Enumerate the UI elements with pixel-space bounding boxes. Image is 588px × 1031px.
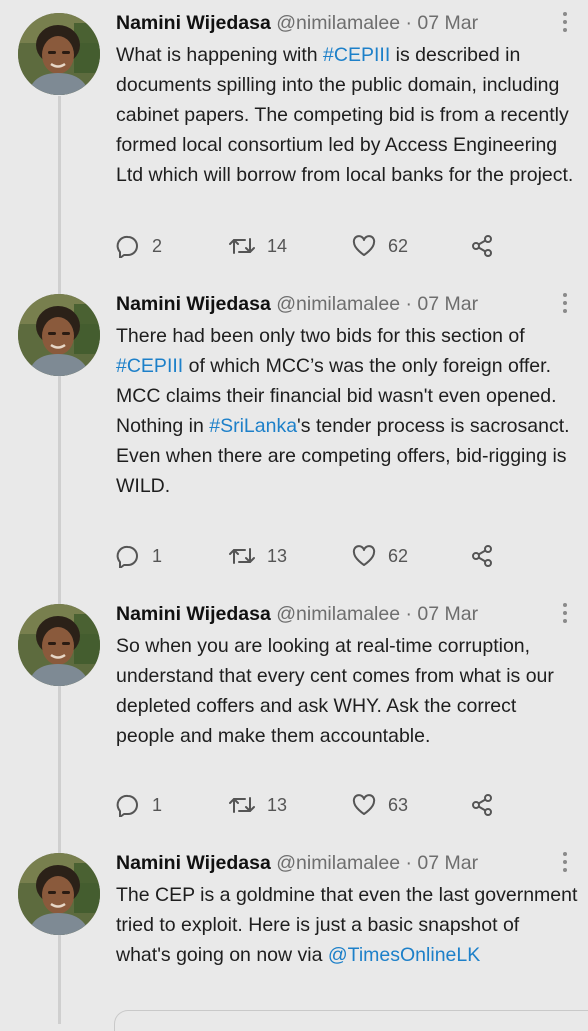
text-segment: So when you are looking at real-time cor…	[116, 635, 554, 747]
like-count: 63	[388, 794, 409, 815]
author-handle[interactable]: @nimilamalee	[276, 603, 400, 625]
tweet-date[interactable]: 07 Mar	[417, 12, 478, 34]
avatar[interactable]	[18, 294, 100, 376]
separator: ·	[405, 293, 412, 315]
more-options-icon[interactable]	[562, 12, 568, 34]
reply-icon	[116, 793, 140, 817]
retweet-icon	[229, 235, 255, 257]
share-icon	[470, 234, 494, 258]
retweet-count: 13	[267, 545, 288, 566]
retweet-button[interactable]: 13	[229, 792, 287, 818]
tweet-header: Namini Wijedasa @nimilamalee · 07 Mar	[116, 291, 568, 317]
reply-count: 1	[152, 794, 163, 815]
tweet-header: Namini Wijedasa @nimilamalee · 07 Mar	[116, 850, 568, 876]
tweet-text: What is happening with #CEPIII is descri…	[116, 40, 578, 190]
separator: ·	[405, 603, 412, 625]
tweet-header: Namini Wijedasa @nimilamalee · 07 Mar	[116, 10, 568, 36]
share-icon	[470, 793, 494, 817]
author-name[interactable]: Namini Wijedasa	[116, 852, 271, 874]
tweet-header: Namini Wijedasa @nimilamalee · 07 Mar	[116, 601, 568, 627]
retweet-icon	[229, 794, 255, 816]
author-name[interactable]: Namini Wijedasa	[116, 293, 271, 315]
retweet-button[interactable]: 13	[229, 543, 287, 569]
hashtag-link[interactable]: #SriLanka	[209, 415, 297, 437]
retweet-count: 13	[267, 794, 288, 815]
like-count: 62	[388, 545, 409, 566]
tweet-date[interactable]: 07 Mar	[417, 603, 478, 625]
like-button[interactable]: 62	[352, 543, 408, 569]
mention-link[interactable]: @TimesOnlineLK	[328, 944, 480, 966]
more-options-icon[interactable]	[562, 293, 568, 315]
more-options-icon[interactable]	[562, 852, 568, 874]
link-card-edge[interactable]	[114, 1010, 588, 1031]
more-options-icon[interactable]	[562, 603, 568, 625]
tweet-text: The CEP is a goldmine that even the last…	[116, 880, 578, 970]
author-handle[interactable]: @nimilamalee	[276, 852, 400, 874]
reply-icon	[116, 544, 140, 568]
tweet-text: So when you are looking at real-time cor…	[116, 631, 578, 751]
action-bar: 1 13 62	[116, 543, 516, 569]
hashtag-link[interactable]: #CEPIII	[323, 44, 390, 66]
like-count: 62	[388, 235, 409, 256]
share-button[interactable]	[470, 792, 494, 818]
action-bar: 1 13 63	[116, 792, 516, 818]
share-icon	[470, 544, 494, 568]
retweet-count: 14	[267, 235, 288, 256]
text-segment: There had been only two bids for this se…	[116, 325, 525, 347]
heart-icon	[352, 545, 376, 567]
reply-button[interactable]: 1	[116, 792, 162, 818]
separator: ·	[405, 852, 412, 874]
author-handle[interactable]: @nimilamalee	[276, 12, 400, 34]
share-button[interactable]	[470, 233, 494, 259]
tweet-date[interactable]: 07 Mar	[417, 293, 478, 315]
avatar[interactable]	[18, 853, 100, 935]
tweet-date[interactable]: 07 Mar	[417, 852, 478, 874]
like-button[interactable]: 62	[352, 233, 408, 259]
like-button[interactable]: 63	[352, 792, 408, 818]
author-handle[interactable]: @nimilamalee	[276, 293, 400, 315]
reply-button[interactable]: 2	[116, 233, 162, 259]
retweet-button[interactable]: 14	[229, 233, 287, 259]
reply-icon	[116, 234, 140, 258]
avatar[interactable]	[18, 13, 100, 95]
reply-count: 1	[152, 545, 163, 566]
action-bar: 2 14 62	[116, 233, 516, 259]
author-name[interactable]: Namini Wijedasa	[116, 603, 271, 625]
author-name[interactable]: Namini Wijedasa	[116, 12, 271, 34]
heart-icon	[352, 235, 376, 257]
tweet-text: There had been only two bids for this se…	[116, 321, 578, 501]
avatar[interactable]	[18, 604, 100, 686]
retweet-icon	[229, 545, 255, 567]
share-button[interactable]	[470, 543, 494, 569]
reply-count: 2	[152, 235, 163, 256]
hashtag-link[interactable]: #CEPIII	[116, 355, 183, 377]
text-segment: What is happening with	[116, 44, 324, 66]
separator: ·	[405, 12, 412, 34]
heart-icon	[352, 794, 376, 816]
reply-button[interactable]: 1	[116, 543, 162, 569]
